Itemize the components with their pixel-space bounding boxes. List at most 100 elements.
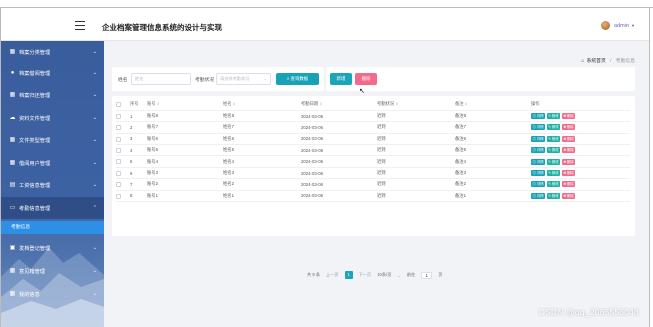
breadcrumb-home[interactable]: 系统首页 [587, 59, 606, 64]
edit-button[interactable]: ✎ 修改 [546, 158, 561, 165]
row-delete-button[interactable]: ✖ 删除 [561, 113, 576, 120]
sidebar-item-profile[interactable]: ▦ 我的信息 ⌄ [1, 283, 104, 305]
column-header[interactable]: 账号 [147, 101, 156, 106]
row-checkbox[interactable] [116, 159, 121, 165]
main-content: ⌂ 系统首页 / 考勤信息 姓名 姓名 考勤状况 请选择考勤状况 ⌄ ⌕ 查询数… [104, 41, 649, 327]
cell-note: 备注6 [455, 135, 466, 141]
column-header[interactable]: 备注 [455, 101, 464, 106]
sidebar-item-label: 文件类型管理 [19, 137, 51, 144]
edit-button[interactable]: ✎ 修改 [546, 181, 561, 188]
row-checkbox[interactable] [116, 136, 121, 142]
row-delete-button[interactable]: ✖ 删除 [561, 170, 576, 177]
add-button[interactable]: 新增 [330, 73, 352, 85]
name-input[interactable]: 姓名 [131, 73, 191, 85]
row-checkbox[interactable] [116, 125, 121, 131]
table-row: 7 账号2 姓名2 2024-03-06 迟到 备注2 ◎ 详情 ✎ 修改 ✖ 删除 [116, 178, 630, 191]
sort-icon[interactable]: ⇕ [395, 102, 398, 106]
select-all-checkbox[interactable] [116, 102, 121, 108]
cell-date: 2024-03-06 [301, 170, 323, 176]
sidebar-subitem-attendance-info[interactable]: 考勤信息 [1, 221, 104, 234]
trash-icon: ✖ [563, 182, 567, 187]
detail-button[interactable]: ◎ 详情 [531, 181, 546, 188]
row-checkbox[interactable] [116, 147, 121, 153]
sidebar-item-files[interactable]: ☁ 资料文件管理 ⌄ [1, 107, 104, 129]
cell-name: 姓名4 [223, 158, 234, 164]
row-delete-button[interactable]: ✖ 删除 [561, 147, 576, 154]
row-checkbox[interactable] [116, 170, 121, 176]
sidebar-item-feedback[interactable]: ▦ 意见箱管理 ⌄ [1, 260, 104, 282]
row-delete-button[interactable]: ✖ 删除 [561, 135, 576, 142]
edit-label: 修改 [551, 114, 559, 119]
user-name[interactable]: admin [614, 23, 629, 29]
detail-button[interactable]: ◎ 详情 [531, 113, 546, 120]
detail-button[interactable]: ◎ 详情 [531, 124, 546, 131]
edit-button[interactable]: ✎ 修改 [546, 113, 561, 120]
column-header[interactable]: 考勤日期 [301, 101, 318, 106]
frame-border-right [649, 8, 650, 327]
goto-page-input[interactable]: 1 [421, 271, 433, 279]
row-delete-button[interactable]: ✖ 删除 [561, 158, 576, 165]
cell-account: 账号8 [147, 113, 158, 119]
chevron-down-icon: ⌄ [92, 70, 97, 76]
sort-icon[interactable]: ⇕ [465, 102, 468, 106]
edit-button[interactable]: ✎ 修改 [546, 192, 561, 199]
chevron-down-icon: ⌄ [92, 115, 97, 121]
sidebar-item-borrow[interactable]: ● 档案借阅管理 ⌄ [1, 62, 104, 84]
page-size-select[interactable]: 10条/页 [377, 272, 391, 278]
page-size-chevron-icon[interactable]: ⌄ [397, 273, 401, 278]
sidebar-item-dispatch[interactable]: ▣ 发档登记管理 ⌄ [1, 237, 104, 259]
column-header[interactable]: 姓名 [223, 101, 232, 106]
edit-button[interactable]: ✎ 修改 [546, 147, 561, 154]
row-checkbox[interactable] [116, 113, 121, 119]
chevron-down-icon: ⌄ [92, 160, 97, 166]
table-row: 2 账号7 姓名7 2024-03-06 迟到 备注7 ◎ 详情 ✎ 修改 ✖ 删除 [116, 121, 630, 134]
row-actions: ◎ 详情 ✎ 修改 ✖ 删除 [531, 113, 630, 120]
detail-button[interactable]: ◎ 详情 [531, 147, 546, 154]
menu-toggle-icon[interactable] [75, 21, 85, 30]
delete-button[interactable]: 删除 [355, 73, 377, 85]
sort-icon[interactable]: ⇕ [319, 102, 322, 106]
breadcrumb: ⌂ 系统首页 / 考勤信息 [581, 57, 635, 64]
sort-icon[interactable]: ⇕ [233, 102, 236, 106]
trash-icon: ✖ [563, 114, 567, 119]
row-delete-button[interactable]: ✖ 删除 [561, 124, 576, 131]
detail-button[interactable]: ◎ 详情 [531, 158, 546, 165]
chevron-up-icon: ⌃ [92, 205, 97, 211]
column-header[interactable]: 考勤状况 [377, 101, 394, 106]
row-checkbox[interactable] [116, 182, 121, 188]
cell-note: 备注8 [455, 113, 466, 119]
status-select[interactable]: 请选择考勤状况 ⌄ [216, 73, 271, 85]
row-delete-button[interactable]: ✖ 删除 [561, 192, 576, 199]
edit-button[interactable]: ✎ 修改 [546, 170, 561, 177]
page-number-current[interactable]: 1 [344, 271, 353, 279]
sidebar-item-category[interactable]: ▦ 档案分类管理 ⌄ [1, 41, 104, 63]
column-header: 操作 [531, 101, 540, 107]
sidebar-item-label: 我的信息 [19, 291, 40, 298]
edit-icon: ✎ [548, 136, 551, 141]
sidebar-item-users[interactable]: ▦ 借阅用户管理 ⌄ [1, 152, 104, 174]
row-delete-label: 删除 [567, 114, 574, 119]
next-page-button[interactable]: 下一页 [359, 272, 372, 278]
row-checkbox[interactable] [116, 193, 121, 199]
edit-button[interactable]: ✎ 修改 [546, 135, 561, 142]
caret-down-icon[interactable]: ▼ [631, 23, 635, 28]
sidebar-item-filetype[interactable]: ▦ 文件类型管理 ⌄ [1, 129, 104, 151]
query-button[interactable]: ⌕ 查询数据 [276, 73, 319, 85]
sidebar-item-salary[interactable]: ▤ 工资信息管理 ⌄ [1, 174, 104, 196]
detail-button[interactable]: ◎ 详情 [531, 192, 546, 199]
prev-page-button[interactable]: 上一页 [326, 272, 339, 278]
cell-date: 2024-03-06 [301, 136, 323, 142]
detail-label: 详情 [536, 136, 544, 141]
cell-note: 备注1 [455, 192, 466, 198]
row-actions: ◎ 详情 ✎ 修改 ✖ 删除 [531, 158, 630, 165]
sort-icon[interactable]: ⇕ [157, 102, 160, 106]
edit-icon: ✎ [548, 193, 551, 198]
sidebar-item-return[interactable]: ▦ 档案归还管理 ⌄ [1, 84, 104, 106]
row-delete-button[interactable]: ✖ 删除 [561, 181, 576, 188]
detail-button[interactable]: ◎ 详情 [531, 170, 546, 177]
sidebar-item-attendance[interactable]: ▭ 考勤信息管理 ⌃ [1, 197, 104, 219]
detail-button[interactable]: ◎ 详情 [531, 135, 546, 142]
avatar[interactable] [601, 21, 611, 30]
edit-button[interactable]: ✎ 修改 [546, 124, 561, 131]
user-menu[interactable]: admin ▼ [601, 21, 635, 30]
